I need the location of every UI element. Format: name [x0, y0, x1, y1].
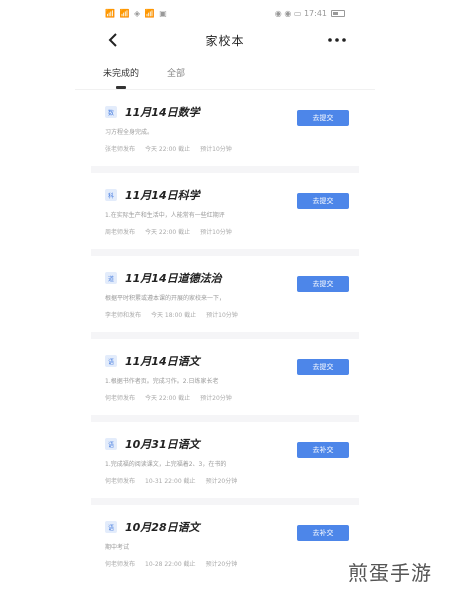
homework-list: 数 11月14日数学 习方程全身完成。 张老师发布 今天 22:00 截止 预计…	[75, 90, 375, 588]
late-submit-button[interactable]: 去补交	[297, 525, 349, 541]
status-right-text: ◉ ◉ ▭ 17:41	[274, 8, 327, 18]
battery-icon	[331, 9, 345, 17]
homework-item[interactable]: 科 11月14日科学 1.在实际生产和生活中，人能常有一些红期评 周老师发布 今…	[91, 173, 359, 256]
homework-meta: 何老师发布 10-28 22:00 截止 预计20分钟	[105, 559, 359, 568]
duration-label: 预计10分钟	[206, 312, 238, 319]
deadline-label: 10-31 22:00 截止	[145, 478, 196, 485]
homework-item[interactable]: 语 10月28日语文 期中考试 何老师发布 10-28 22:00 截止 预计2…	[91, 505, 359, 588]
teacher-label: 张老师发布	[105, 146, 136, 153]
teacher-label: 何老师发布	[105, 561, 136, 568]
phone-screen: 📶 📶 ◈ 📶 ▣ ◉ ◉ ▭ 17:41 家校本 未完成的 全部 数 11月1…	[75, 0, 375, 600]
homework-title: 10月28日语文	[125, 521, 200, 534]
more-icon[interactable]	[327, 30, 347, 50]
submit-button[interactable]: 去提交	[297, 359, 349, 375]
homework-item[interactable]: 数 11月14日数学 习方程全身完成。 张老师发布 今天 22:00 截止 预计…	[91, 90, 359, 173]
subject-icon: 科	[105, 189, 117, 201]
teacher-label: 周老师发布	[105, 229, 136, 236]
back-icon[interactable]	[103, 30, 123, 50]
subject-icon: 语	[105, 438, 117, 450]
status-bar: 📶 📶 ◈ 📶 ▣ ◉ ◉ ▭ 17:41	[75, 0, 375, 26]
status-right: ◉ ◉ ▭ 17:41	[275, 9, 345, 18]
subject-icon: 语	[105, 355, 117, 367]
homework-title: 10月31日语文	[125, 438, 200, 451]
watermark-text: 煎蛋手游	[348, 561, 432, 585]
homework-meta: 何老师发布 10-31 22:00 截止 预计20分钟	[105, 476, 359, 485]
duration-label: 预计20分钟	[205, 478, 238, 485]
teacher-label: 李老师和发布	[105, 312, 142, 319]
teacher-label: 何老师发布	[105, 395, 136, 402]
homework-item[interactable]: 道 11月14日道德法治 根据平时积累或遵本课的开展的家校来一下， 李老师和发布…	[91, 256, 359, 339]
deadline-label: 今天 18:00 截止	[151, 312, 197, 319]
homework-title: 11月14日数学	[125, 106, 200, 119]
deadline-label: 今天 22:00 截止	[145, 229, 191, 236]
teacher-label: 何老师发布	[105, 478, 136, 485]
duration-label: 预计10分钟	[200, 146, 232, 153]
deadline-label: 今天 22:00 截止	[145, 146, 191, 153]
subject-icon: 数	[105, 106, 117, 118]
homework-description: 根据平时积累或遵本课的开展的家校来一下，	[105, 295, 226, 302]
page-title: 家校本	[205, 33, 245, 48]
homework-title: 11月14日语文	[125, 355, 200, 368]
deadline-label: 10-28 22:00 截止	[145, 561, 196, 568]
deadline-label: 今天 22:00 截止	[145, 395, 191, 402]
duration-label: 预计20分钟	[205, 561, 238, 568]
homework-description: 期中考试	[105, 544, 130, 551]
submit-button[interactable]: 去提交	[297, 276, 349, 292]
homework-meta: 李老师和发布 今天 18:00 截止 预计10分钟	[105, 310, 359, 319]
homework-title: 11月14日道德法治	[125, 272, 222, 285]
homework-title: 11月14日科学	[125, 189, 200, 202]
tab-all[interactable]: 全部	[167, 66, 185, 89]
subject-icon: 道	[105, 272, 117, 284]
homework-description: 1.根据书作者页。完成习作。2.日练家长老	[105, 378, 219, 385]
submit-button[interactable]: 去提交	[297, 110, 349, 126]
duration-label: 预计10分钟	[200, 229, 232, 236]
homework-meta: 周老师发布 今天 22:00 截止 预计10分钟	[105, 227, 359, 236]
subject-icon: 语	[105, 521, 117, 533]
homework-item[interactable]: 语 11月14日语文 1.根据书作者页。完成习作。2.日练家长老 何老师发布 今…	[91, 339, 359, 422]
tab-incomplete[interactable]: 未完成的	[103, 66, 139, 89]
homework-description: 1.完成福的阅读课文，上完福着2、3，在书的	[105, 461, 227, 468]
homework-description: 习方程全身完成。	[105, 129, 154, 136]
homework-meta: 张老师发布 今天 22:00 截止 预计10分钟	[105, 144, 359, 153]
nav-bar: 家校本	[75, 26, 375, 54]
status-left: 📶 📶 ◈ 📶 ▣	[105, 8, 168, 18]
homework-meta: 何老师发布 今天 22:00 截止 预计20分钟	[105, 393, 359, 402]
submit-button[interactable]: 去提交	[297, 193, 349, 209]
duration-label: 预计20分钟	[200, 395, 232, 402]
homework-description: 1.在实际生产和生活中，人能常有一些红期评	[105, 212, 225, 219]
late-submit-button[interactable]: 去补交	[297, 442, 349, 458]
homework-item[interactable]: 语 10月31日语文 1.完成福的阅读课文，上完福着2、3，在书的 何老师发布 …	[91, 422, 359, 505]
tab-bar: 未完成的 全部	[75, 54, 375, 90]
